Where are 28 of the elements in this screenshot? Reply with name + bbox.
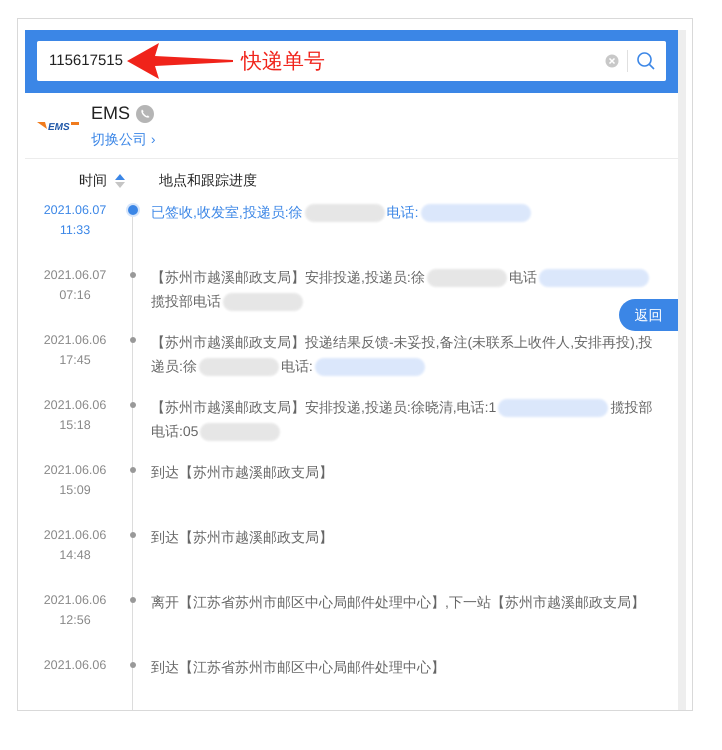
- scrollbar[interactable]: [678, 30, 686, 710]
- company-name: EMS: [91, 102, 130, 126]
- switch-company-link[interactable]: 切换公司 ›: [91, 129, 156, 150]
- sort-icon[interactable]: [115, 172, 125, 189]
- search-field[interactable]: 115617515 快递单号: [37, 41, 666, 82]
- event-description: 已签收,收发室,投递员:徐 电话:: [151, 200, 656, 265]
- event-description: 到达【苏州市越溪邮政支局】: [151, 463, 334, 482]
- annotation-label: 快递单号: [240, 48, 325, 75]
- event-time: 2021.06.07 07:16: [42, 267, 108, 304]
- event-description: 到达【苏州市越溪邮政支局】: [151, 528, 334, 547]
- search-icon[interactable]: [636, 51, 656, 72]
- event-time: 2021.06.06 17:45: [42, 332, 108, 369]
- event-description: 【苏州市越溪邮政支局】投递结果反馈-未妥投,备注(未联系上收件人,安排再投),投递员:徐 电话:: [151, 330, 656, 395]
- back-button[interactable]: 返回: [619, 299, 678, 331]
- column-header: 地点和跟踪进度: [159, 171, 257, 190]
- event-time: 2021.06.06 15:18: [42, 397, 108, 434]
- event-description: 【苏州市越溪邮政支局】安排投递,投递员:徐晓清,电话:1 揽投部电话:05: [151, 395, 656, 460]
- company-logo: EMS: [37, 117, 79, 134]
- phone-icon[interactable]: [136, 104, 154, 123]
- clear-icon[interactable]: [605, 54, 619, 68]
- event-time: 2021.06.06: [42, 657, 108, 674]
- event-description: 到达【江苏省苏州市邮区中心局邮件处理中心】: [151, 658, 446, 677]
- event-time: 2021.06.06 15:09: [42, 462, 108, 499]
- column-header: 时间: [79, 171, 107, 190]
- event-time: 2021.06.06 12:56: [42, 592, 108, 629]
- event-description: 离开【江苏省苏州市邮区中心局邮件处理中心】,下一站【苏州市越溪邮政支局】: [151, 593, 646, 612]
- event-time: 2021.06.06 14:48: [42, 527, 108, 564]
- event-time: 2021.06.07 11:33: [42, 202, 108, 239]
